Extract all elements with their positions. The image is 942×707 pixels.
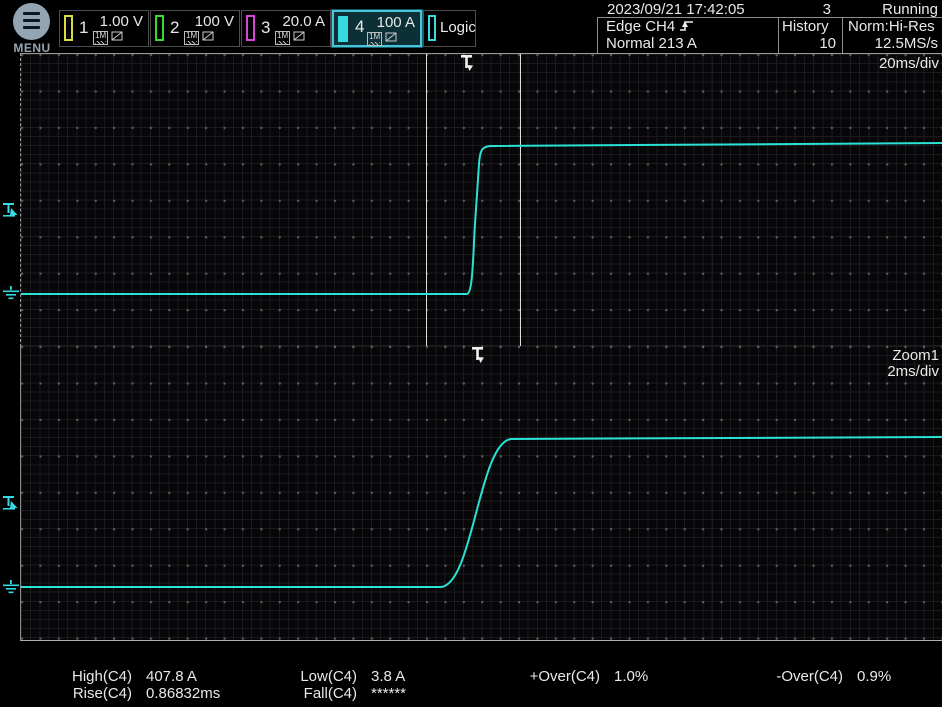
trigger-level[interactable]: Normal 213 A xyxy=(606,35,697,52)
channel-1-scale: 1.00 V xyxy=(100,13,143,30)
channel-2-box[interactable]: 2 100 V 1M xyxy=(150,10,240,47)
measurement-value: 3.8 A xyxy=(371,669,406,686)
trigger-level-marker-icon[interactable] xyxy=(3,202,21,220)
rising-edge-icon xyxy=(679,19,694,32)
zoom-timebase-label[interactable]: 2ms/div xyxy=(887,364,939,380)
impedance-1m-icon: 1M xyxy=(275,31,290,45)
trigger-level-marker-icon[interactable] xyxy=(3,495,21,513)
ground-level-marker-icon[interactable] xyxy=(2,580,20,598)
coupling-icon xyxy=(111,31,124,43)
channel-1-box[interactable]: 1 1.00 V 1M xyxy=(59,10,149,47)
main-waveform-path xyxy=(21,143,942,294)
channel-4-box-selected[interactable]: 4 100 A 1M xyxy=(332,10,422,47)
logic-label: Logic xyxy=(440,19,476,36)
acquisition-count: 3 xyxy=(777,1,831,18)
trigger-position-icon[interactable] xyxy=(458,54,476,74)
logic-channel-box[interactable]: Logic xyxy=(423,10,476,47)
measurement-group-3: +Over(C4) 1.0% xyxy=(508,669,648,686)
measurement-value: 407.8 A xyxy=(146,669,220,686)
run-status[interactable]: Running xyxy=(882,1,938,18)
channel-4-waveform xyxy=(21,54,942,346)
measurement-value: 1.0% xyxy=(614,669,648,686)
measurement-group-2: Low(C4) 3.8 A Fall(C4) ****** xyxy=(265,669,406,702)
history-count: 10 xyxy=(778,35,836,52)
impedance-1m-icon: 1M xyxy=(367,32,382,46)
coupling-icon xyxy=(293,31,306,43)
measurement-value: 0.9% xyxy=(857,669,891,686)
menu-button[interactable]: MENU xyxy=(10,3,54,53)
status-table: Edge CH4 Normal 213 A History 10 Norm:Hi… xyxy=(597,17,942,53)
measurement-group-1: High(C4) 407.8 A Rise(C4) 0.86832ms xyxy=(40,669,220,702)
channel-4-number: 4 xyxy=(355,17,364,37)
measurement-label: -Over(C4) xyxy=(751,669,843,686)
measurement-label: Fall(C4) xyxy=(265,686,357,703)
measurement-value: ****** xyxy=(371,686,406,703)
channel-3-scale: 20.0 A xyxy=(282,13,325,30)
history-label[interactable]: History xyxy=(782,18,838,35)
measurement-label: Low(C4) xyxy=(265,669,357,686)
measurement-label: High(C4) xyxy=(40,669,132,686)
channel-2-scale: 100 V xyxy=(195,13,234,30)
coupling-icon xyxy=(385,32,398,44)
channel-4-zoom-waveform xyxy=(21,346,942,640)
channel-4-scale: 100 A xyxy=(377,14,415,31)
main-waveform-window[interactable]: 20ms/div xyxy=(20,53,942,347)
measurement-group-4: -Over(C4) 0.9% xyxy=(751,669,891,686)
coupling-icon xyxy=(202,31,215,43)
impedance-1m-icon: 1M xyxy=(184,31,199,45)
trigger-settings[interactable]: Edge CH4 xyxy=(606,18,694,35)
trigger-position-icon[interactable] xyxy=(469,346,487,366)
measurement-value: 0.86832ms xyxy=(146,686,220,703)
channel-3-box[interactable]: 3 20.0 A 1M xyxy=(241,10,331,47)
channel-1-color-marker xyxy=(64,15,73,41)
measurement-label: +Over(C4) xyxy=(508,669,600,686)
channel-3-number: 3 xyxy=(261,18,270,38)
zoom-waveform-path xyxy=(21,437,942,587)
trigger-mode-source: Edge CH4 xyxy=(606,18,675,35)
zoom1-waveform-window[interactable]: Zoom1 2ms/div xyxy=(20,346,942,641)
sample-rate: 12.5MS/s xyxy=(844,35,938,52)
divider xyxy=(842,18,843,53)
zoom1-title[interactable]: Zoom1 xyxy=(892,348,939,364)
channel-2-number: 2 xyxy=(170,18,179,38)
acquisition-mode[interactable]: Norm:Hi-Res xyxy=(848,18,935,35)
channel-4-color-marker xyxy=(338,16,348,42)
channel-bar: 1 1.00 V 1M 2 100 V 1M 3 20.0 A 1M 4 100… xyxy=(59,10,476,47)
channel-3-color-marker xyxy=(246,15,255,41)
hamburger-menu-icon xyxy=(13,3,50,40)
main-timebase-label[interactable]: 20ms/div xyxy=(879,56,939,72)
logic-color-marker xyxy=(428,15,436,41)
channel-1-number: 1 xyxy=(79,18,88,38)
datetime: 2023/09/21 17:42:05 xyxy=(607,1,745,18)
measurement-label: Rise(C4) xyxy=(40,686,132,703)
channel-2-color-marker xyxy=(155,15,164,41)
impedance-1m-icon: 1M xyxy=(93,31,108,45)
ground-level-marker-icon[interactable] xyxy=(2,286,20,304)
